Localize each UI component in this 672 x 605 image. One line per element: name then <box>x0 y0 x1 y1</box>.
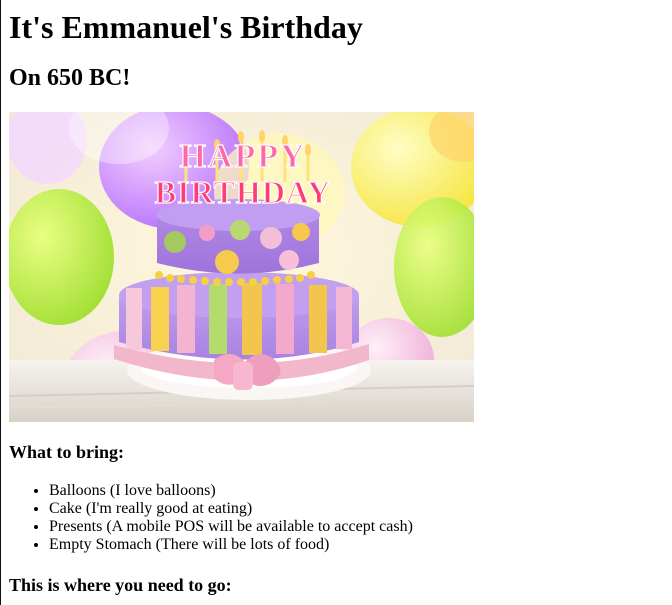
svg-text:BIRTHDAY: BIRTHDAY <box>155 174 331 210</box>
left-border <box>0 0 1 605</box>
bring-heading: What to bring: <box>9 442 125 462</box>
svg-text:HAPPY: HAPPY <box>179 138 306 175</box>
happy-birthday-topper: HAPPY BIRTHDAY <box>154 137 331 210</box>
page-subtitle: On 650 BC! <box>9 65 131 91</box>
list-item: Balloons (I love balloons) <box>49 482 413 500</box>
bring-list: Balloons (I love balloons) Cake (I'm rea… <box>9 482 413 554</box>
list-item: Cake (I'm really good at eating) <box>49 500 413 518</box>
list-item: Empty Stomach (There will be lots of foo… <box>49 536 413 554</box>
page-title: It's Emmanuel's Birthday <box>9 9 363 45</box>
list-item: Presents (A mobile POS will be available… <box>49 518 413 536</box>
go-heading: This is where you need to go: <box>9 575 232 595</box>
birthday-cake-image: HAPPY BIRTHDAY <box>9 112 474 422</box>
